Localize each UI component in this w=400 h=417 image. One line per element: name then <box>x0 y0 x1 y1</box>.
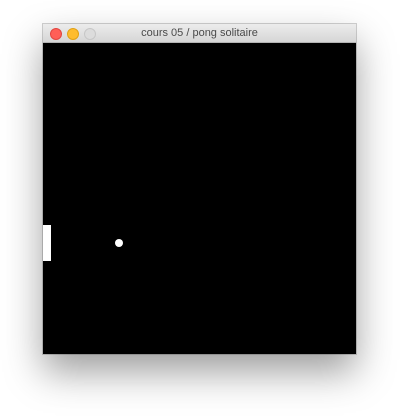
game-canvas[interactable] <box>43 43 356 354</box>
window-title: cours 05 / pong solitaire <box>141 27 258 39</box>
app-window: cours 05 / pong solitaire <box>43 24 356 354</box>
player-paddle <box>43 225 51 261</box>
ball <box>115 239 123 247</box>
title-bar[interactable]: cours 05 / pong solitaire <box>43 24 356 43</box>
